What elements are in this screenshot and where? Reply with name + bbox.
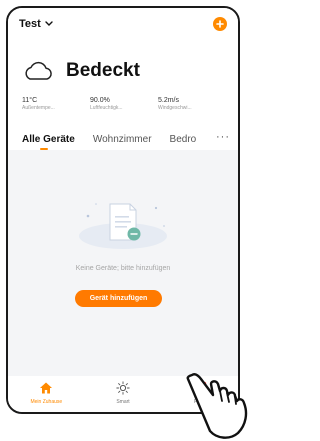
header-area: Test Bedeckt 11°C Außentempe... 90.0% Lu… xyxy=(8,8,238,150)
weather-summary: Bedeckt xyxy=(22,60,140,82)
home-name: Test xyxy=(19,18,41,30)
nav-item-smart[interactable]: Smart xyxy=(85,376,162,412)
empty-state-message: Keine Geräte; bitte hinzufügen xyxy=(75,265,171,272)
nav-label: Mein Zuhause xyxy=(30,399,63,405)
add-button[interactable] xyxy=(213,17,227,31)
weather-stats: 11°C Außentempe... 90.0% Luftfeuchtigk..… xyxy=(22,96,226,112)
tab-label: Bedro xyxy=(169,134,197,145)
tab-bedroom[interactable]: Bedro xyxy=(170,134,197,145)
tab-label: Wohnzimmer xyxy=(92,134,152,145)
plus-icon xyxy=(216,20,224,28)
active-tab-indicator xyxy=(40,148,48,150)
stat-value: 11°C xyxy=(22,97,38,104)
empty-devices-illustration xyxy=(79,203,167,249)
tab-living-room[interactable]: Wohnzimmer xyxy=(93,134,152,145)
stat-label: Außentempe... xyxy=(22,105,55,111)
more-tabs-button[interactable]: ··· xyxy=(212,131,230,143)
add-device-button[interactable]: Gerät hinzufügen xyxy=(75,290,162,307)
stat-value: 5.2m/s xyxy=(158,97,180,104)
home-icon xyxy=(40,382,53,394)
nav-item-home[interactable]: Mein Zuhause xyxy=(8,376,85,412)
screen: Test Bedeckt 11°C Außentempe... 90.0% Lu… xyxy=(0,0,259,441)
phone-frame: Test Bedeckt 11°C Außentempe... 90.0% Lu… xyxy=(6,6,240,414)
chevron-down-icon xyxy=(45,21,53,26)
weather-condition: Bedeckt xyxy=(66,60,140,81)
stat-value: 90.0% xyxy=(90,97,110,104)
sun-icon xyxy=(116,381,130,395)
weather-stat-wind: 5.2m/s Windgeschwi... xyxy=(158,96,226,112)
pointing-hand-icon xyxy=(186,373,248,439)
room-tabs: Alle Geräte Wohnzimmer Bedro ··· xyxy=(22,131,230,150)
home-selector[interactable]: Test xyxy=(19,18,54,30)
weather-stat-humidity: 90.0% Luftfeuchtigk... xyxy=(90,96,158,112)
tab-all-devices[interactable]: Alle Geräte xyxy=(22,134,75,150)
cloud-icon xyxy=(25,61,52,80)
tab-label: Alle Geräte xyxy=(22,134,75,145)
nav-label: Smart xyxy=(116,399,130,405)
stat-label: Luftfeuchtigk... xyxy=(90,105,123,111)
weather-stat-temperature: 11°C Außentempe... xyxy=(22,96,90,112)
stat-label: Windgeschwi... xyxy=(158,105,192,111)
